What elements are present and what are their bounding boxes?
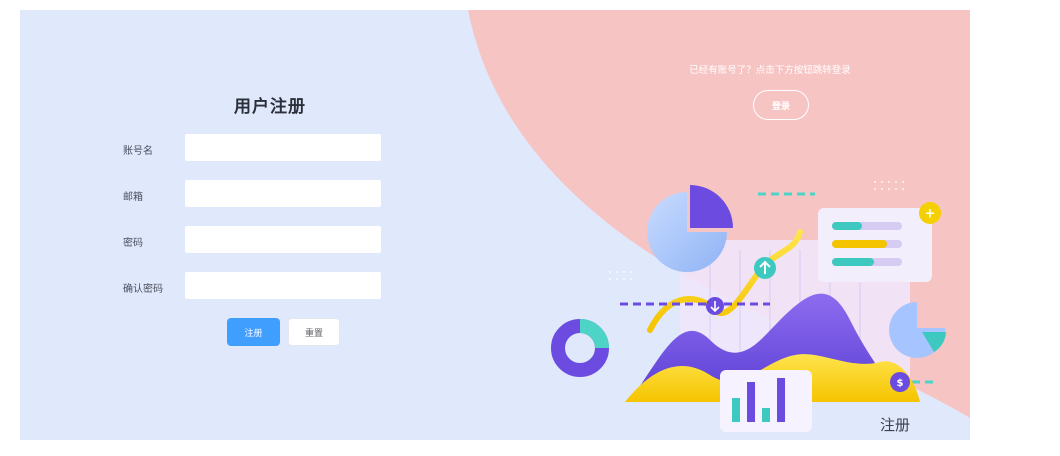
register-caption: 注册 <box>880 416 911 434</box>
donut-chart-icon <box>551 319 609 377</box>
pie-chart-right-icon <box>889 302 946 358</box>
bar-chart-card-icon <box>720 370 812 432</box>
progress-bars-card <box>818 208 932 282</box>
svg-text:$: $ <box>897 378 904 389</box>
register-page: 用户注册 账号名 邮箱 密码 确认密码 注册 重置 已经有账号了？点击下方按钮跳… <box>20 10 970 440</box>
analytics-illustration: + $ <box>551 181 946 432</box>
svg-text:+: + <box>925 207 936 222</box>
